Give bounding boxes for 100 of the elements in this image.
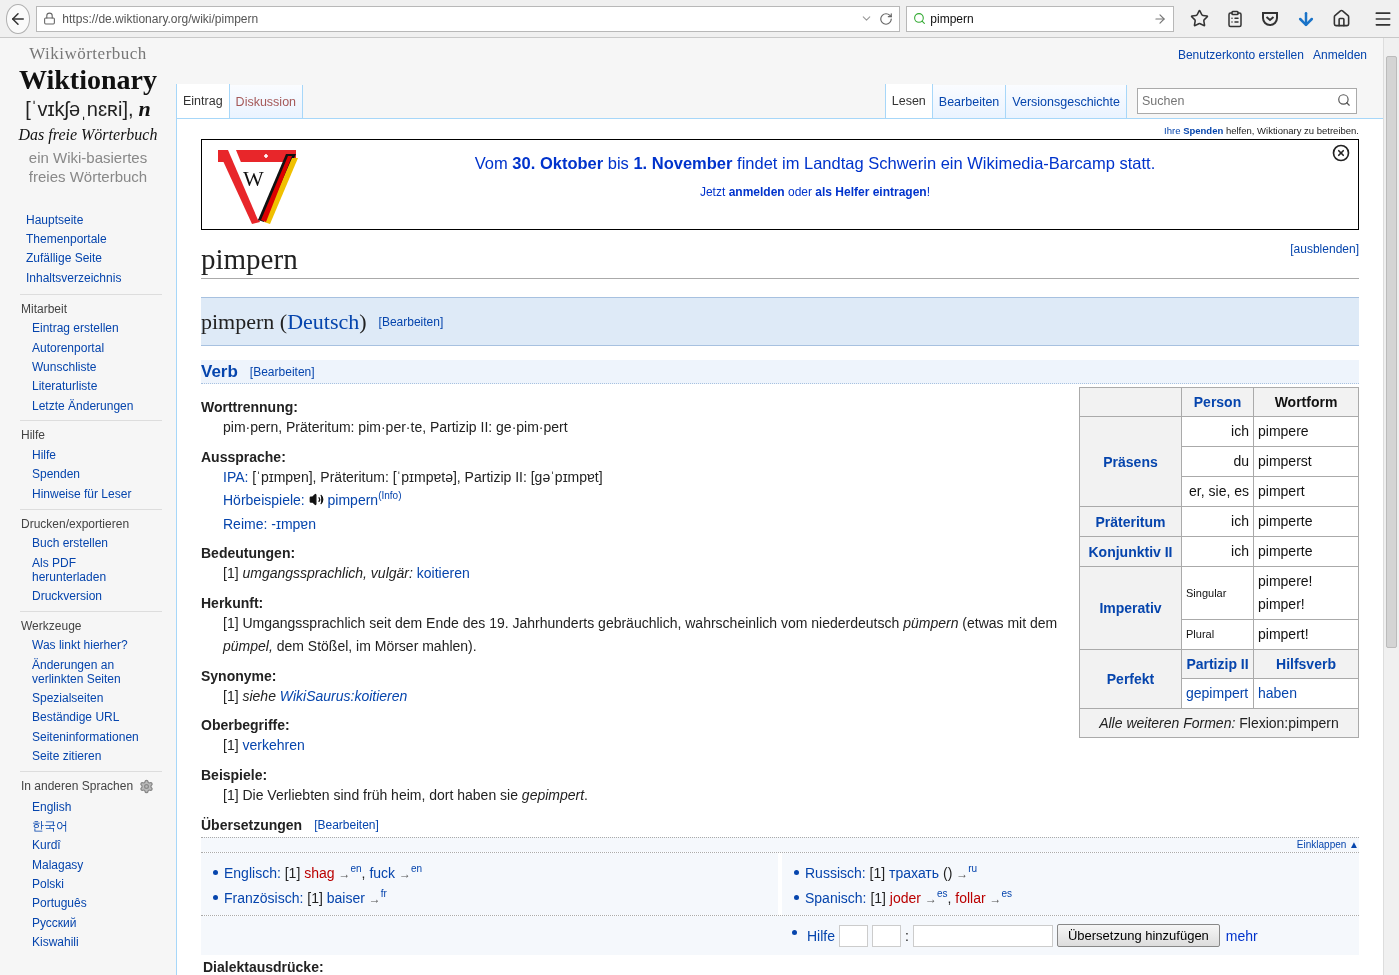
edit-link[interactable]: [Bearbeiten] bbox=[314, 818, 379, 832]
sidebar-link[interactable]: Kiswahili bbox=[32, 932, 144, 952]
sidebar-link[interactable]: Letzte Änderungen bbox=[32, 396, 144, 416]
sidebar-link[interactable]: Spezialseiten bbox=[32, 688, 144, 708]
add-translation-button[interactable]: Übersetzung hinzufügen bbox=[1056, 924, 1220, 947]
sidebar-link[interactable]: Русский bbox=[32, 913, 144, 933]
search-icon[interactable] bbox=[1337, 93, 1351, 107]
superscript-link[interactable]: ru bbox=[968, 863, 978, 875]
part-of-speech-heading[interactable]: Verb bbox=[201, 361, 238, 382]
sidebar-link[interactable]: Inhaltsverzeichnis bbox=[26, 268, 156, 288]
sidebar-link[interactable]: Hilfe bbox=[32, 445, 144, 465]
settings-icon[interactable] bbox=[139, 778, 155, 794]
sidebar-link[interactable]: Spenden bbox=[32, 464, 144, 485]
superscript-link[interactable]: (Info) bbox=[378, 490, 402, 502]
view-tab[interactable]: Lesen bbox=[884, 84, 933, 118]
superscript-link[interactable]: en bbox=[350, 863, 362, 875]
row-header[interactable]: Konjunktiv II bbox=[1079, 536, 1182, 567]
sidebar-link[interactable]: Wunschliste bbox=[32, 357, 144, 377]
row-header[interactable]: Perfekt bbox=[1079, 649, 1182, 709]
page-tab[interactable]: Diskussion bbox=[229, 85, 304, 118]
view-tab[interactable]: Bearbeiten bbox=[932, 85, 1007, 118]
sidebar-link[interactable]: Hauptseite bbox=[26, 210, 156, 230]
sidebar-link[interactable]: Als PDF herunterladen bbox=[32, 552, 144, 587]
scrollbar-thumb[interactable] bbox=[1386, 56, 1397, 648]
sidebar-link[interactable]: Änderungen an verlinkten Seiten bbox=[32, 655, 144, 689]
address-bar[interactable]: https://de.wiktionary.org/wiki/pimpern bbox=[36, 5, 901, 32]
row-header[interactable]: Präsens bbox=[1079, 416, 1182, 507]
table-cell-link[interactable]: gepimpert bbox=[1181, 678, 1254, 709]
language-link[interactable]: Spanisch: bbox=[805, 890, 867, 906]
entry-link[interactable]: Hörbeispiele: bbox=[223, 492, 305, 508]
column-header[interactable]: Partizip II bbox=[1181, 649, 1254, 679]
missing-entry-link[interactable]: shag bbox=[304, 865, 335, 881]
sidebar-link[interactable]: Português bbox=[32, 893, 144, 914]
sidebar-link[interactable]: Seite zitieren bbox=[32, 746, 144, 766]
entry-link[interactable]: fuck bbox=[369, 865, 396, 881]
account-link[interactable]: Anmelden bbox=[1312, 48, 1367, 62]
column-header[interactable]: Person bbox=[1181, 387, 1254, 417]
browser-search-field[interactable]: pimpern bbox=[906, 5, 1175, 32]
sidebar-link[interactable]: Beständige URL bbox=[32, 707, 144, 728]
entry-link[interactable]: -ɪmpɐn bbox=[271, 515, 316, 532]
entry-link[interactable]: verkehren bbox=[242, 737, 305, 753]
sidebar-link[interactable]: Seiteninformationen bbox=[32, 727, 144, 747]
input-field[interactable] bbox=[872, 924, 901, 947]
collapse-link[interactable]: Einklappen ▲ bbox=[1296, 839, 1359, 850]
logo-title[interactable]: Wiktionary bbox=[19, 64, 157, 96]
input-field[interactable] bbox=[912, 924, 1053, 947]
column-header[interactable]: Hilfsverb bbox=[1253, 649, 1359, 679]
superscript-link[interactable]: es bbox=[1001, 888, 1013, 900]
view-tab[interactable]: Versionsgeschichte bbox=[1006, 85, 1127, 118]
missing-entry-link[interactable]: follar bbox=[955, 890, 986, 906]
sidebar-link[interactable]: Autorenportal bbox=[32, 337, 144, 358]
speaker-icon[interactable] bbox=[308, 492, 324, 507]
reload-icon[interactable] bbox=[879, 11, 894, 26]
entry-link[interactable]: Reime: bbox=[223, 515, 268, 532]
missing-entry-link[interactable]: joder bbox=[889, 890, 921, 906]
hide-link[interactable]: [ausblenden] bbox=[1290, 241, 1359, 256]
superscript-link[interactable]: es bbox=[936, 888, 948, 900]
sidebar-link[interactable]: Eintrag erstellen bbox=[32, 318, 144, 338]
more-link[interactable]: mehr bbox=[1225, 927, 1258, 944]
sidebar-link[interactable]: Malagasy bbox=[32, 855, 144, 875]
go-icon[interactable] bbox=[1153, 11, 1168, 26]
account-link[interactable]: Benutzerkonto erstellen bbox=[1177, 48, 1304, 62]
entry-link[interactable]: WikiSaurus:koitieren bbox=[279, 687, 408, 704]
row-header[interactable]: Präteritum bbox=[1079, 506, 1182, 537]
entry-link[interactable]: baiser bbox=[326, 890, 365, 906]
entry-link[interactable]: Deutsch bbox=[287, 308, 360, 334]
entry-link[interactable]: Ihre bbox=[1164, 125, 1181, 136]
entry-link[interactable]: IPA: bbox=[223, 468, 249, 485]
entry-link[interactable]: Spenden bbox=[1183, 125, 1224, 136]
search-field[interactable]: Suchen bbox=[1137, 88, 1357, 114]
entry-link[interactable]: трахать bbox=[889, 865, 940, 881]
help-link[interactable]: Hilfe bbox=[807, 927, 835, 944]
sidebar-link[interactable]: 한국어 bbox=[32, 816, 144, 836]
banner-subline[interactable]: Jetzt anmelden oder als Helfer eintragen! bbox=[699, 184, 931, 199]
sidebar-link[interactable]: Literaturliste bbox=[32, 376, 144, 396]
row-header[interactable]: Imperativ bbox=[1079, 566, 1182, 650]
sidebar-link[interactable]: Zufällige Seite bbox=[26, 248, 156, 269]
edit-link[interactable]: [Bearbeiten] bbox=[249, 364, 315, 379]
language-link[interactable]: Russisch: bbox=[805, 865, 866, 881]
close-icon[interactable] bbox=[1332, 143, 1350, 162]
sidebar-link[interactable]: Kurdî bbox=[32, 835, 144, 855]
superscript-link[interactable]: fr bbox=[380, 888, 387, 900]
entry-link[interactable]: pimpern bbox=[327, 492, 379, 508]
entry-link[interactable]: koitieren bbox=[416, 565, 470, 581]
sidebar-link[interactable]: Hinweise für Leser bbox=[32, 484, 144, 504]
scrollbar[interactable] bbox=[1383, 38, 1399, 975]
sidebar-link[interactable]: Druckversion bbox=[32, 586, 144, 606]
sidebar-link[interactable]: English bbox=[32, 796, 144, 817]
language-link[interactable]: Englisch: bbox=[224, 865, 281, 881]
edit-link[interactable]: [Bearbeiten] bbox=[378, 314, 444, 329]
superscript-link[interactable]: en bbox=[410, 863, 423, 875]
banner-headline[interactable]: Vom 30. Oktober bis 1. November findet im Landtag Schwerin ein Wikimedia-Barcamp statt. bbox=[474, 153, 1156, 173]
page-tab[interactable]: Eintrag bbox=[176, 84, 230, 118]
sidebar-link[interactable]: Themenportale bbox=[26, 229, 156, 249]
sidebar-link[interactable]: Buch erstellen bbox=[32, 533, 144, 553]
sidebar-link[interactable]: Was linkt hierher? bbox=[32, 635, 144, 655]
sidebar-link[interactable]: Polski bbox=[32, 874, 144, 894]
table-cell-link[interactable]: haben bbox=[1253, 678, 1359, 709]
input-field[interactable] bbox=[839, 924, 868, 947]
language-link[interactable]: Französisch: bbox=[224, 890, 304, 906]
